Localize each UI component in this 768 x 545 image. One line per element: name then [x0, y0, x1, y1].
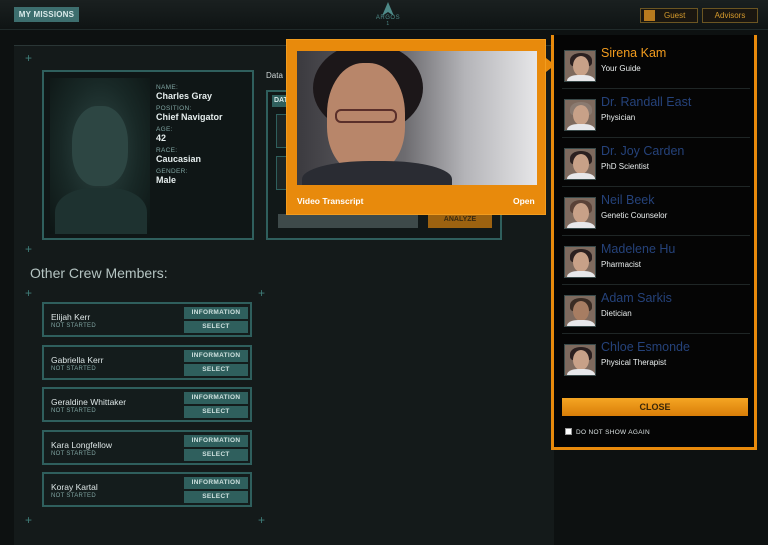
advisor-role: Physician	[601, 113, 636, 122]
information-button[interactable]: INFORMATION	[184, 307, 248, 319]
crosshair-icon: +	[25, 286, 33, 300]
advisor-avatar	[564, 295, 596, 327]
select-button[interactable]: SELECT	[184, 363, 248, 376]
advisor-role: Pharmacist	[601, 260, 642, 269]
my-missions-button[interactable]: MY MISSIONS	[14, 7, 79, 22]
name-value: Charles Gray	[156, 91, 213, 101]
close-button[interactable]: CLOSE	[562, 398, 748, 416]
do-not-show-label: DO NOT SHOW AGAIN	[576, 429, 650, 436]
advisor-name: Dr. Joy Carden	[601, 144, 685, 158]
crosshair-icon: +	[25, 513, 33, 527]
advisors-panel: Sirena Kam Your Guide Dr. Randall East P…	[551, 35, 757, 450]
logo-sup: 1	[386, 21, 390, 27]
race-value: Caucasian	[156, 154, 202, 164]
advisor-avatar	[564, 50, 596, 82]
advisor-name: Madelene Hu	[601, 242, 676, 256]
crew-status: NOT STARTED	[51, 323, 96, 329]
advisor-avatar	[564, 246, 596, 278]
position-value: Chief Navigator	[156, 112, 223, 122]
do-not-show-again[interactable]: DO NOT SHOW AGAIN	[565, 428, 650, 436]
data-label: Data	[266, 71, 283, 80]
crew-status: NOT STARTED	[51, 493, 96, 499]
advisor-name: Neil Beek	[601, 193, 655, 207]
crew-profile-card: NAME: Charles Gray POSITION: Chief Navig…	[42, 70, 254, 240]
video-transcript-label: Video Transcript	[297, 196, 364, 206]
advisor-item[interactable]: Sirena Kam Your Guide	[562, 41, 750, 89]
guest-label: Guest	[664, 11, 686, 20]
guest-button[interactable]: Guest	[640, 8, 698, 23]
crew-portrait	[50, 78, 150, 234]
data-input[interactable]	[278, 214, 418, 228]
race-label: RACE:	[156, 147, 178, 154]
crew-title: Other Crew Members:	[30, 265, 168, 281]
advisor-item[interactable]: Neil Beek Genetic Counselor	[562, 188, 750, 236]
crosshair-icon: +	[258, 513, 266, 527]
advisor-avatar	[564, 197, 596, 229]
advisor-role: Physical Therapist	[601, 358, 667, 367]
open-link[interactable]: Open	[513, 196, 535, 206]
crew-info: NAME: Charles Gray POSITION: Chief Navig…	[156, 80, 223, 185]
crew-row: Geraldine Whittaker NOT STARTED INFORMAT…	[42, 387, 252, 422]
argos-logo: ARGOS 1	[370, 2, 406, 28]
position-label: POSITION:	[156, 105, 192, 112]
crew-name: Elijah Kerr	[51, 312, 91, 322]
advisor-avatar	[564, 344, 596, 376]
video-popup: Video Transcript Open	[286, 39, 555, 215]
age-label: AGE:	[156, 126, 173, 133]
advisor-role: PhD Scientist	[601, 162, 650, 171]
guide-video[interactable]	[297, 51, 537, 185]
select-button[interactable]: SELECT	[184, 406, 248, 418]
advisor-name: Dr. Randall East	[601, 95, 692, 109]
select-button[interactable]: SELECT	[184, 448, 248, 461]
crew-status: NOT STARTED	[51, 450, 96, 457]
select-button[interactable]: SELECT	[184, 491, 248, 503]
advisor-item[interactable]: Dr. Randall East Physician	[562, 90, 750, 138]
advisor-avatar	[564, 148, 596, 180]
top-bar: MY MISSIONS ARGOS 1 Guest Advisors	[0, 0, 768, 30]
advisor-role: Dietician	[601, 309, 632, 318]
gender-value: Male	[156, 175, 177, 185]
information-button[interactable]: INFORMATION	[184, 434, 248, 447]
user-icon	[644, 10, 655, 21]
gender-label: GENDER:	[156, 168, 188, 175]
crew-row: Elijah Kerr NOT STARTED INFORMATION SELE…	[42, 302, 252, 337]
crew-row: Kara Longfellow NOT STARTED INFORMATION …	[42, 429, 252, 465]
information-button[interactable]: INFORMATION	[184, 349, 248, 362]
crosshair-icon: +	[25, 51, 33, 65]
information-button[interactable]: INFORMATION	[184, 477, 248, 489]
advisor-role: Your Guide	[601, 64, 641, 73]
advisor-name: Chloe Esmonde	[601, 340, 690, 354]
advisors-button[interactable]: Advisors	[702, 8, 758, 23]
advisor-item[interactable]: Adam Sarkis Dietician	[562, 286, 750, 334]
advisor-role: Genetic Counselor	[601, 211, 668, 220]
crosshair-icon: +	[258, 286, 266, 300]
argos-logo-icon	[382, 2, 394, 16]
advisor-name: Adam Sarkis	[601, 291, 672, 305]
crew-status: NOT STARTED	[51, 365, 96, 372]
information-button[interactable]: INFORMATION	[184, 392, 248, 404]
crew-name: Gabriella Kerr	[51, 354, 104, 365]
crew-name: Koray Kartal	[51, 482, 98, 492]
crosshair-icon: +	[25, 242, 33, 256]
checkbox[interactable]	[565, 428, 572, 435]
crew-name: Kara Longfellow	[51, 439, 112, 450]
age-value: 42	[156, 133, 167, 143]
advisor-item[interactable]: Chloe Esmonde Physical Therapist	[562, 335, 750, 383]
select-button[interactable]: SELECT	[184, 321, 248, 333]
advisor-avatar	[564, 99, 596, 131]
crew-row: Gabriella Kerr NOT STARTED INFORMATION S…	[42, 344, 252, 380]
crew-row: Koray Kartal NOT STARTED INFORMATION SEL…	[42, 472, 252, 507]
name-label: NAME:	[156, 84, 179, 91]
advisor-item[interactable]: Madelene Hu Pharmacist	[562, 237, 750, 285]
crew-list: Elijah Kerr NOT STARTED INFORMATION SELE…	[42, 302, 252, 515]
advisor-item[interactable]: Dr. Joy Carden PhD Scientist	[562, 139, 750, 187]
crew-name: Geraldine Whittaker	[51, 397, 127, 407]
crew-status: NOT STARTED	[51, 408, 96, 414]
advisor-name: Sirena Kam	[601, 46, 667, 60]
